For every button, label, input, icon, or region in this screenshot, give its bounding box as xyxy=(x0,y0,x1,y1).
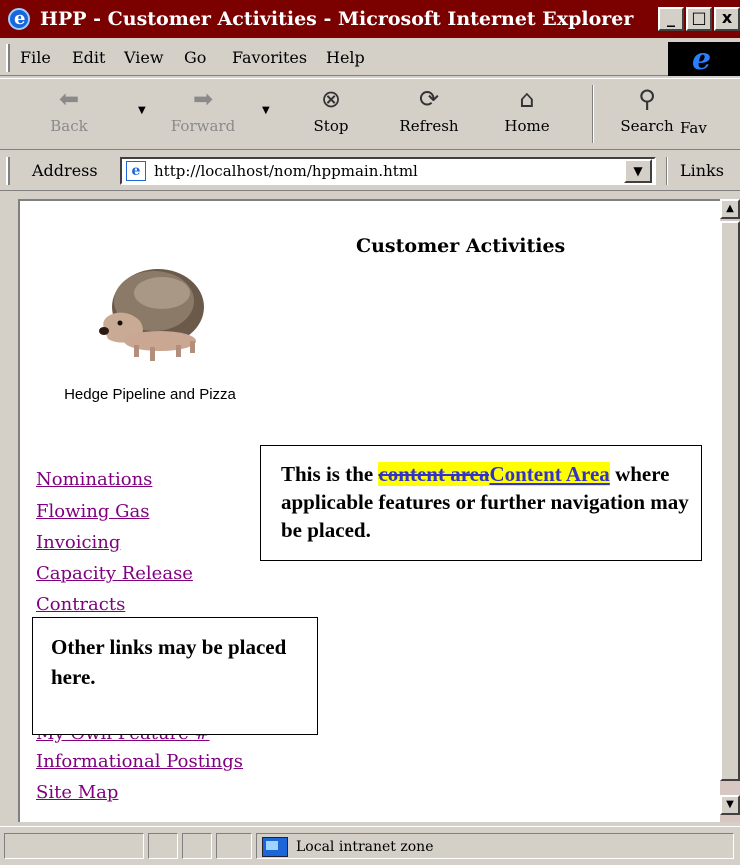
intranet-zone-icon xyxy=(262,837,288,857)
deleted-text: content area xyxy=(378,462,490,486)
menu-edit[interactable]: Edit xyxy=(72,48,105,67)
content-area-link[interactable]: Content Area xyxy=(489,462,610,486)
menu-favorites[interactable]: Favorites xyxy=(232,48,307,67)
page-icon: e xyxy=(126,161,146,181)
nav-link-informational-postings[interactable]: Informational Postings xyxy=(36,751,243,772)
search-icon: ⚲ xyxy=(638,85,656,113)
address-bar: Address e http://localhost/nom/hppmain.h… xyxy=(0,151,740,191)
address-grip[interactable] xyxy=(6,157,10,185)
nav-link-invoicing[interactable]: Invoicing xyxy=(36,532,120,553)
nav-link-flowing-gas[interactable]: Flowing Gas xyxy=(36,501,149,522)
back-dropdown-icon[interactable]: ▼ xyxy=(138,105,146,116)
scroll-up-button[interactable]: ▲ xyxy=(720,199,740,219)
title-bar[interactable]: e HPP - Customer Activities - Microsoft … xyxy=(0,0,740,38)
address-dropdown-button[interactable]: ▼ xyxy=(624,159,652,183)
menu-file[interactable]: File xyxy=(20,48,51,67)
menu-view[interactable]: View xyxy=(124,48,164,67)
search-button[interactable]: ⚲ Search xyxy=(604,83,690,147)
refresh-button[interactable]: ⟳ Refresh xyxy=(386,83,472,147)
status-text-pane xyxy=(4,833,144,859)
content-area-callout: This is the content areaContent Area whe… xyxy=(260,445,702,561)
menu-help[interactable]: Help xyxy=(326,48,365,67)
ie-throbber-icon: e xyxy=(668,42,740,77)
close-button[interactable]: x xyxy=(714,7,740,31)
other-links-callout: Other links may be placed here. xyxy=(32,617,318,735)
window-title: HPP - Customer Activities - Microsoft In… xyxy=(40,8,634,30)
stop-icon: ⊗ xyxy=(320,85,342,113)
page-viewport: Customer Activities Hedge Pipeline and P… xyxy=(18,199,720,822)
address-input[interactable]: e http://localhost/nom/hppmain.html xyxy=(120,157,656,185)
maximize-button[interactable]: □ xyxy=(686,7,712,31)
status-pane xyxy=(216,833,252,859)
back-button[interactable]: ⬅ Back xyxy=(26,83,112,147)
links-button[interactable]: Links xyxy=(680,161,724,180)
home-button[interactable]: ⌂ Home xyxy=(484,83,570,147)
menu-go[interactable]: Go xyxy=(184,48,206,67)
stop-button[interactable]: ⊗ Stop xyxy=(288,83,374,147)
scroll-thumb[interactable] xyxy=(720,221,740,781)
nav-link-contracts[interactable]: Contracts xyxy=(36,594,125,615)
ie-logo-icon[interactable]: e xyxy=(8,8,30,30)
vertical-scrollbar[interactable]: ▲ ▼ xyxy=(720,199,740,822)
scroll-down-button[interactable]: ▼ xyxy=(720,795,740,815)
home-icon: ⌂ xyxy=(519,85,535,113)
company-name: Hedge Pipeline and Pizza xyxy=(64,386,236,403)
favorites-button[interactable]: Fav xyxy=(680,83,740,147)
zone-label: Local intranet zone xyxy=(296,839,434,855)
toolbar-separator xyxy=(592,85,594,143)
hedgehog-logo xyxy=(99,269,204,361)
refresh-icon: ⟳ xyxy=(418,85,440,113)
status-pane xyxy=(148,833,178,859)
menu-bar: File Edit View Go Favorites Help xyxy=(0,40,740,76)
page-title: Customer Activities xyxy=(356,235,566,257)
nav-link-site-map[interactable]: Site Map xyxy=(36,782,118,803)
status-bar: Local intranet zone xyxy=(0,826,740,865)
address-separator xyxy=(666,157,668,185)
browser-window: e HPP - Customer Activities - Microsoft … xyxy=(0,0,740,865)
standard-toolbar: ⬅ Back ▼ ➡ Forward ▼ ⊗ Stop ⟳ Refresh ⌂ … xyxy=(0,78,740,150)
address-url: http://localhost/nom/hppmain.html xyxy=(154,162,418,180)
address-label: Address xyxy=(32,161,98,180)
toolbar-grip[interactable] xyxy=(6,44,10,72)
forward-dropdown-icon[interactable]: ▼ xyxy=(262,105,270,116)
minimize-button[interactable]: _ xyxy=(658,7,684,31)
forward-button[interactable]: ➡ Forward xyxy=(160,83,246,147)
status-pane xyxy=(182,833,212,859)
nav-link-capacity-release[interactable]: Capacity Release xyxy=(36,563,193,584)
arrow-left-icon: ⬅ xyxy=(58,85,80,113)
nav-link-nominations[interactable]: Nominations xyxy=(36,469,152,490)
arrow-right-icon: ➡ xyxy=(192,85,214,113)
